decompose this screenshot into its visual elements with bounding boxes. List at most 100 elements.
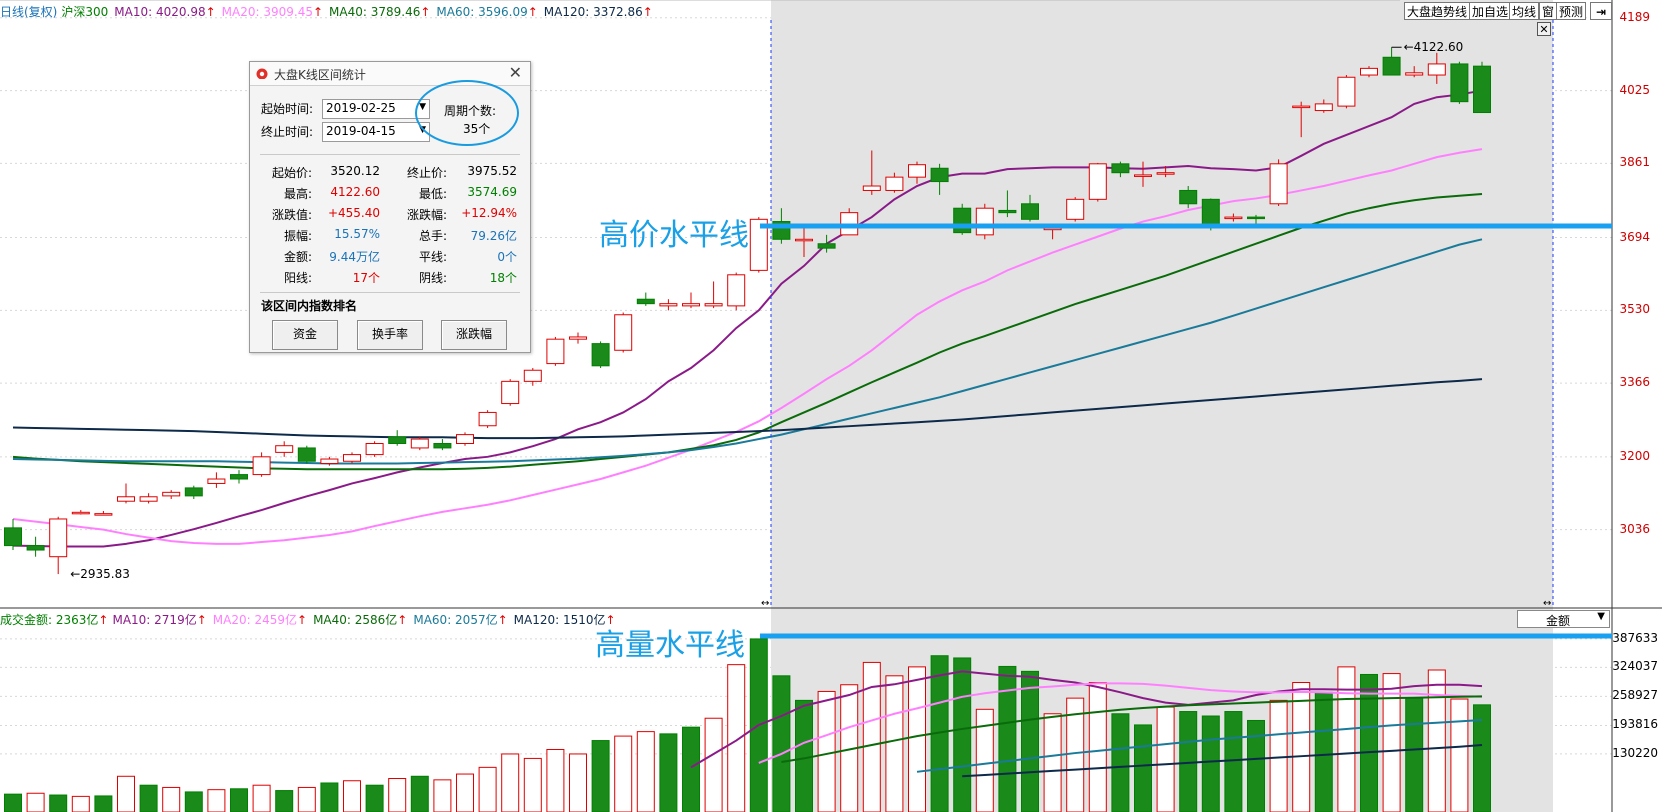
candle-body	[682, 303, 700, 307]
ma-legend-item: MA40: 2586亿↑	[313, 613, 407, 627]
candle-body	[523, 369, 542, 382]
volume-bar	[252, 784, 271, 812]
price-tick-label: 3366	[1619, 375, 1650, 390]
candle-body	[26, 545, 45, 551]
up-arrow-icon: ↑	[205, 5, 216, 19]
amplitude-label: 振幅:	[284, 229, 313, 243]
window-button[interactable]: 窗	[1539, 2, 1558, 20]
up-arrow-icon: ↑	[527, 5, 538, 19]
amplitude-value: 15.57%	[334, 227, 380, 241]
volume-bar	[682, 726, 700, 812]
candle-body	[862, 185, 881, 191]
open-label: 起始价:	[272, 166, 313, 180]
rank-by-change-button[interactable]: 涨跌幅	[441, 320, 507, 350]
turnover-label: 总手:	[419, 229, 448, 243]
volume-bar	[614, 735, 633, 812]
volume-bar	[478, 766, 497, 812]
candle-body	[1382, 56, 1401, 76]
candle-body	[410, 438, 429, 449]
high-value: 4122.60	[330, 185, 380, 199]
ma-legend-item: MA10: 2719亿↑	[112, 613, 206, 627]
end-date-picker[interactable]: 2019-04-15 ▼	[322, 122, 430, 142]
trend-line-button[interactable]: 大盘趋势线	[1404, 2, 1471, 20]
average-line-button[interactable]: 均线	[1509, 2, 1540, 20]
volume-bar	[230, 788, 248, 812]
rank-by-capital-button[interactable]: 资金	[272, 320, 338, 350]
candle-body	[727, 274, 746, 307]
indicator-selector[interactable]: 金额 ▼	[1517, 610, 1610, 628]
candle-body	[1134, 174, 1152, 177]
candle-body	[1088, 163, 1107, 200]
app-logo-icon	[256, 68, 268, 79]
candle-body	[1201, 198, 1220, 227]
volume-ma-legend: 成交金额: 2363亿↑ MA10: 2719亿↑ MA20: 2459亿 ↑ MA40…	[0, 611, 628, 628]
candle-body	[388, 436, 407, 445]
candle-body	[433, 443, 452, 449]
candle-body	[184, 487, 203, 497]
change-value: +455.40	[327, 206, 380, 220]
index-name: 沪深300	[61, 5, 109, 19]
candle-body	[908, 164, 926, 178]
close-icon[interactable]: ✕	[509, 63, 522, 82]
ma-legend-text: MA60: 2057亿	[413, 613, 498, 627]
candle-body	[1337, 76, 1356, 107]
volume-bar	[885, 675, 904, 812]
ma-legend-item: MA120: 3372.86↑	[544, 5, 653, 19]
candle-body	[71, 511, 90, 515]
close-x-icon[interactable]: ✕	[1537, 22, 1551, 36]
candle-body	[252, 456, 271, 476]
close-value: 3975.52	[467, 164, 517, 178]
price-tick-label: 3861	[1619, 155, 1650, 170]
volume-tick-label: 387633	[1612, 630, 1658, 645]
candle-body	[501, 380, 520, 405]
volume-tick-label: 130220	[1612, 745, 1658, 760]
volume-bar	[26, 792, 45, 812]
ma-legend-text: MA20: 2459亿	[212, 613, 297, 627]
candle-body	[1450, 63, 1469, 103]
up-count-label: 阳线:	[284, 271, 313, 285]
add-watchlist-button[interactable]: 加自选	[1469, 2, 1512, 20]
forecast-button[interactable]: 预测	[1556, 2, 1587, 20]
candle-body	[1405, 72, 1424, 76]
up-arrow-icon: ↑	[196, 613, 207, 627]
high-price-line-label: 高价水平线	[599, 218, 749, 253]
ma-legend-text: MA40: 3789.46	[329, 5, 421, 19]
candle-body	[139, 496, 158, 502]
volume-bar	[523, 757, 542, 812]
volume-bar	[1314, 691, 1333, 812]
candle-body	[207, 478, 226, 484]
ma-legend-text: MA120: 3372.86	[543, 5, 643, 19]
price-tick-label: 4189	[1619, 9, 1650, 24]
exit-arrow-icon[interactable]: ⇥	[1590, 2, 1612, 20]
volume-bar	[704, 717, 723, 812]
volume-bar	[71, 795, 90, 812]
down-count-label: 阴线:	[419, 271, 448, 285]
volume-title: 成交金额: 2363亿↑	[0, 613, 109, 627]
period-label: 日线(复权)	[0, 5, 58, 19]
candle-body	[1292, 105, 1311, 109]
candle-body	[365, 443, 384, 456]
start-date-picker[interactable]: 2019-02-25 ▼	[322, 99, 430, 119]
ma-legend-item: MA40: 3789.46↑	[329, 5, 430, 19]
volume-bar	[659, 733, 678, 812]
volume-bar	[1134, 724, 1152, 812]
candle-body	[117, 496, 135, 502]
rank-by-turnover-button[interactable]: 换手率	[357, 320, 423, 350]
dialog-title: 大盘K线区间统计	[274, 68, 366, 82]
up-arrow-icon: ↑	[605, 613, 616, 627]
candle-body	[1269, 163, 1288, 205]
volume-bar	[727, 664, 746, 812]
volume-bar	[817, 690, 836, 812]
pct-label: 涨跌幅:	[407, 208, 448, 222]
candle-body	[1427, 63, 1446, 76]
period-count-label: 周期个数:	[444, 104, 497, 118]
volume-bar	[501, 753, 520, 812]
volume-bar	[117, 775, 135, 812]
volume-tick-label: 258927	[1612, 688, 1658, 703]
volume-bar	[1043, 713, 1062, 812]
volume-bar	[953, 657, 972, 812]
range-start-handle-icon: ↔	[761, 598, 769, 609]
period-count-value: 35个	[463, 122, 491, 136]
ma-legend-text: MA10: 4020.98	[114, 5, 206, 19]
candle-body	[975, 207, 994, 236]
